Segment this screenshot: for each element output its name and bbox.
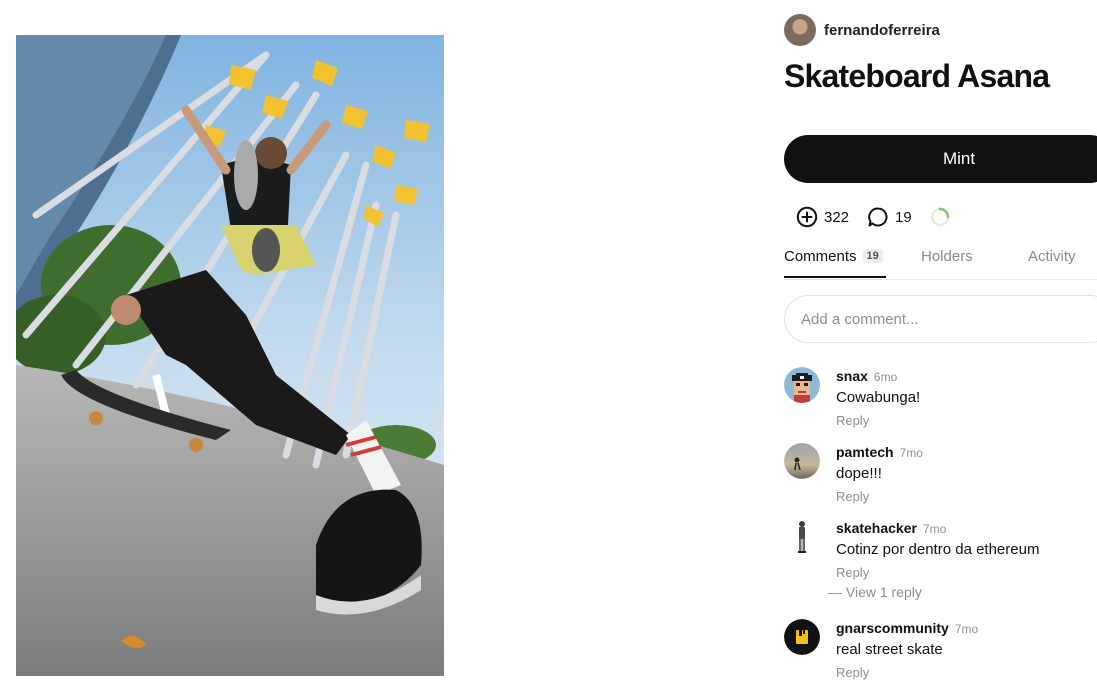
tab-holders[interactable]: Holders — [921, 248, 973, 265]
commenter-avatar[interactable] — [784, 519, 820, 555]
tab-activity[interactable]: Activity — [1028, 248, 1076, 265]
comment-body: pamtech 7mo dope!!! Reply — [836, 443, 923, 504]
comment-time: 6mo — [873, 370, 898, 384]
comment-text: Cowabunga! — [836, 389, 921, 406]
comment-text: Cotinz por dentro da ethereum — [836, 541, 1040, 558]
comments-count-badge: 19 — [862, 249, 883, 263]
commenter-avatar[interactable] — [784, 367, 820, 403]
post-panel: fernandoferreira Skateboard Asana Mint 3… — [784, 0, 1097, 689]
skateboard-photo — [16, 35, 444, 676]
tab-comments-label: Comments — [784, 248, 857, 265]
active-tab-indicator — [784, 276, 886, 278]
comment-input[interactable] — [784, 295, 1097, 343]
commenter-avatar[interactable] — [784, 619, 820, 655]
post-tabs: Comments 19 Holders Activity — [784, 244, 1097, 280]
comments-stat[interactable]: 19 — [867, 206, 912, 228]
comment-time: 7mo — [954, 622, 979, 636]
comment-username[interactable]: pamtech — [836, 444, 894, 460]
comment-username[interactable]: snax — [836, 368, 868, 384]
post-stats: 322 19 — [796, 206, 950, 228]
comment-username[interactable]: skatehacker — [836, 520, 917, 536]
comment-time: 7mo — [899, 446, 923, 460]
reply-button[interactable]: Reply — [836, 413, 920, 428]
creator-name[interactable]: fernandoferreira — [824, 22, 940, 39]
creator[interactable]: fernandoferreira — [784, 14, 940, 46]
plus-circle-icon — [796, 206, 818, 228]
pirate-avatar-icon — [784, 367, 820, 403]
comment-count: 19 — [895, 208, 912, 226]
comment-body: gnarscommunity 7mo real street skate Repl… — [836, 619, 978, 680]
mint-button[interactable]: Mint — [784, 135, 1097, 183]
view-replies-button[interactable]: — View 1 reply — [828, 584, 922, 600]
comment-body: snax 6mo Cowabunga! Reply — [836, 367, 920, 428]
tab-comments[interactable]: Comments 19 — [784, 248, 883, 265]
reply-button[interactable]: Reply — [836, 665, 978, 680]
photo-avatar-icon — [784, 443, 820, 479]
post-title: Skateboard Asana — [784, 58, 1050, 94]
spinner-icon — [930, 207, 949, 227]
reply-button[interactable]: Reply — [836, 565, 1039, 580]
collect-count: 322 — [824, 208, 850, 226]
commenter-avatar[interactable] — [784, 443, 820, 479]
creator-avatar[interactable] — [784, 14, 816, 46]
figure-avatar-icon — [784, 519, 820, 555]
reply-button[interactable]: Reply — [836, 489, 923, 504]
comment-username[interactable]: gnarscommunity — [836, 620, 949, 636]
comment-time: 7mo — [922, 522, 947, 536]
collect-stat[interactable]: 322 — [796, 206, 849, 228]
gnars-logo-icon — [784, 619, 820, 655]
comment-text: dope!!! — [836, 465, 882, 482]
comment-text: real street skate — [836, 641, 943, 658]
speech-bubble-icon — [868, 207, 888, 227]
post-image[interactable] — [16, 35, 444, 676]
comment-body: skatehacker 7mo Cotinz por dentro da ethe… — [836, 519, 1039, 580]
